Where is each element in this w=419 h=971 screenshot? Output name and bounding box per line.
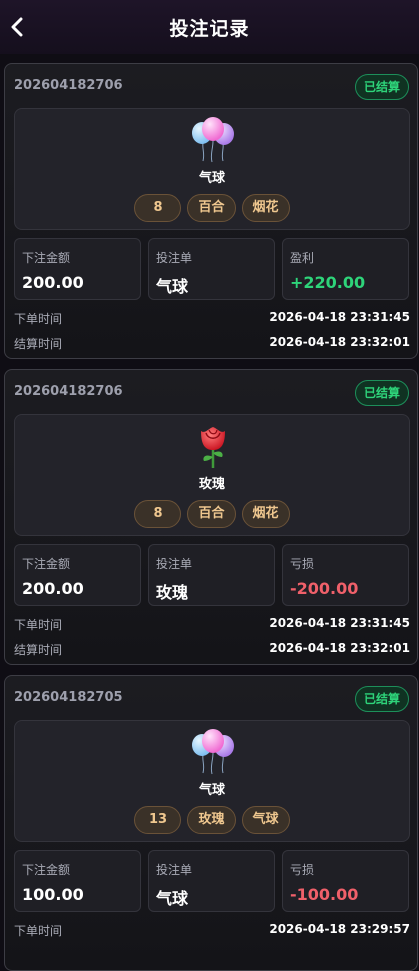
order-time-value: 2026-04-18 23:31:45 — [269, 616, 410, 630]
bet-item-label: 投注单 — [156, 251, 193, 265]
result-box: 盈利 +220.00 — [282, 238, 409, 300]
result-chips: 13 玫瑰 气球 — [15, 806, 409, 834]
order-number: 202604182706 — [14, 78, 123, 93]
bet-amount-value: 200.00 — [22, 579, 84, 598]
bet-amount-box: 下注金额 200.00 — [14, 238, 141, 300]
bet-amount-value: 200.00 — [22, 273, 84, 292]
bet-item-label: 投注单 — [156, 557, 193, 571]
order-time-label: 下单时间 — [14, 312, 63, 326]
result-value: -200.00 — [290, 579, 359, 598]
order-number: 202604182705 — [14, 690, 123, 705]
order-time-value: 2026-04-18 23:31:45 — [269, 310, 410, 324]
bet-item-box: 投注单 气球 — [148, 850, 275, 912]
bet-item-box: 投注单 玫瑰 — [148, 544, 275, 606]
status-badge: 已结算 — [354, 380, 409, 406]
balloon-icon — [191, 729, 235, 775]
bet-amount-box: 下注金额 200.00 — [14, 544, 141, 606]
result-value: -100.00 — [290, 885, 359, 904]
bet-record-card[interactable]: 202604182706 已结算 气球 8 百合 烟花 下注金额 200.00 … — [4, 63, 418, 359]
result-chips: 8 百合 烟花 — [15, 194, 409, 222]
bet-item-value: 气球 — [156, 277, 189, 296]
order-time-row: 下单时间 2026-04-18 23:29:57 — [14, 922, 410, 940]
result-label: 亏损 — [290, 863, 315, 877]
order-number: 202604182706 — [14, 384, 123, 399]
bet-item-name: 气球 — [198, 171, 225, 186]
rose-icon — [191, 423, 235, 469]
result-label: 亏损 — [290, 557, 315, 571]
bet-item-value: 气球 — [156, 889, 189, 908]
settle-time-label: 结算时间 — [14, 337, 63, 351]
result-chip: 8 — [134, 194, 182, 222]
bet-record-card[interactable]: 202604182706 已结算 玫瑰 8 百合 烟花 下注金额 200.00 … — [4, 369, 418, 665]
bet-item-box: 投注单 气球 — [148, 238, 275, 300]
bet-item-value: 玫瑰 — [156, 583, 189, 602]
bet-amount-label: 下注金额 — [22, 557, 71, 571]
settle-time-row: 结算时间 2026-04-18 23:32:01 — [14, 335, 410, 353]
status-badge: 已结算 — [354, 74, 409, 100]
result-chips: 8 百合 烟花 — [15, 500, 409, 528]
bet-amount-label: 下注金额 — [22, 251, 71, 265]
result-chip: 烟花 — [241, 194, 290, 222]
result-chip: 烟花 — [241, 500, 290, 528]
settle-time-row: 结算时间 2026-04-18 23:32:01 — [14, 641, 410, 659]
order-time-label: 下单时间 — [14, 618, 63, 632]
order-time-row: 下单时间 2026-04-18 23:31:45 — [14, 310, 410, 328]
order-time-row: 下单时间 2026-04-18 23:31:45 — [14, 616, 410, 634]
result-chip: 8 — [134, 500, 182, 528]
bet-item-label: 投注单 — [156, 863, 193, 877]
result-chip: 玫瑰 — [187, 806, 236, 834]
result-chip: 百合 — [187, 194, 236, 222]
order-time-value: 2026-04-18 23:29:57 — [269, 922, 410, 936]
status-badge: 已结算 — [354, 686, 409, 712]
page-title: 投注记录 — [169, 18, 250, 40]
result-box: 亏损 -100.00 — [282, 850, 409, 912]
result-chip: 百合 — [187, 500, 236, 528]
bet-amount-value: 100.00 — [22, 885, 84, 904]
bet-item-panel: 气球 8 百合 烟花 — [14, 108, 410, 230]
bet-item-panel: 气球 13 玫瑰 气球 — [14, 720, 410, 842]
top-bar: 投注记录 — [0, 0, 419, 54]
settle-time-value: 2026-04-18 23:32:01 — [269, 641, 410, 655]
settle-time-label: 结算时间 — [14, 643, 63, 657]
bet-item-name: 玫瑰 — [198, 477, 225, 492]
balloon-icon — [191, 117, 235, 163]
settle-time-value: 2026-04-18 23:32:01 — [269, 335, 410, 349]
bet-amount-box: 下注金额 100.00 — [14, 850, 141, 912]
result-box: 亏损 -200.00 — [282, 544, 409, 606]
bet-item-panel: 玫瑰 8 百合 烟花 — [14, 414, 410, 536]
result-label: 盈利 — [290, 251, 315, 265]
result-value: +220.00 — [290, 273, 366, 292]
bet-item-name: 气球 — [198, 783, 225, 798]
bet-amount-label: 下注金额 — [22, 863, 71, 877]
result-chip: 13 — [134, 806, 182, 834]
result-chip: 气球 — [241, 806, 290, 834]
bet-record-card[interactable]: 202604182705 已结算 气球 13 玫瑰 气球 下注金额 100.00… — [4, 675, 418, 971]
